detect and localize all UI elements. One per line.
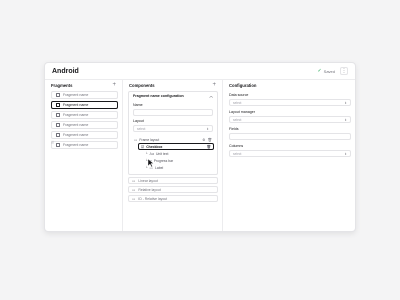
config-card-header[interactable]: Fragment name configuration ︿ (129, 92, 217, 100)
components-title: Components (129, 82, 155, 88)
fragment-label: Fragment name (63, 133, 89, 137)
fragment-icon (56, 123, 60, 127)
checkbox-icon: ☑ (141, 144, 145, 149)
trash-icon[interactable]: 🗑 (207, 138, 212, 142)
layout-manager-label: Layout manager (229, 110, 255, 114)
fragment-item[interactable]: Fragment name (51, 91, 118, 99)
fragment-item-selected[interactable]: Fragment name (51, 101, 118, 109)
layout-select[interactable]: select ⇕ (133, 125, 213, 132)
tree-item-text[interactable]: └ Aa Unit text (132, 150, 214, 157)
tree-item-frame-layout[interactable]: ▭ Frame layout ⚙ 🗑 (132, 136, 214, 143)
fragment-label: Fragment name (63, 143, 89, 147)
layout-icon: ▭ (132, 178, 136, 183)
tree-label: Unit text (155, 151, 169, 156)
fragment-label: Fragment name (63, 103, 89, 107)
fragment-item[interactable]: Fragment name (51, 141, 118, 149)
fragment-label: Fragment name (63, 113, 89, 117)
fragments-panel: Fragments + Fragment name Fragment name … (45, 79, 123, 231)
fragment-icon (56, 103, 60, 107)
tree-item-progress[interactable]: └ ━ Progress bar (132, 157, 214, 164)
name-label: Name (133, 103, 143, 107)
check-icon: ✓ (317, 68, 322, 74)
topbar: Android ✓ Saved ⋮ (45, 63, 355, 79)
configuration-header: Configuration (223, 79, 355, 91)
columns-label: Columns (229, 144, 244, 148)
tree-item-checkbox[interactable]: ☑ Checkbox 🗑 (138, 143, 214, 150)
tree-label: Progress bar (153, 158, 174, 163)
component-tree: ▭ Frame layout ⚙ 🗑 ☑ Checkbox 🗑 └ Aa Uni… (132, 136, 214, 171)
tree-item-label[interactable]: └ ▭ Label (132, 164, 214, 171)
tree-label: Checkbox (146, 144, 163, 149)
component-linear-layout[interactable]: ▭ Linear layout (128, 177, 218, 184)
chevron-updown-icon: ⇕ (344, 117, 347, 122)
fragment-item[interactable]: Fragment name (51, 111, 118, 119)
saved-label: Saved (323, 68, 335, 74)
trash-icon[interactable]: 🗑 (206, 145, 211, 149)
chevron-up-icon[interactable]: ︿ (209, 94, 213, 99)
drag-handle-icon[interactable]: ⠿ (51, 140, 54, 145)
component-label: ID - Relative layout (138, 196, 168, 201)
layout-icon: ▭ (132, 196, 136, 201)
chevron-updown-icon: ⇕ (344, 100, 347, 105)
more-menu-button[interactable]: ⋮ (340, 67, 348, 75)
layout-manager-select[interactable]: select ⇕ (229, 116, 351, 123)
fields-label: Fields (229, 127, 239, 131)
tree-label: Label (154, 165, 164, 170)
layout-icon: ▭ (134, 137, 138, 142)
component-label: Linear layout (138, 178, 158, 183)
columns-value: select (233, 151, 242, 156)
name-input[interactable] (133, 109, 213, 116)
add-fragment-icon[interactable]: + (112, 82, 116, 88)
config-card-title: Fragment name configuration (133, 94, 184, 98)
fragment-icon (56, 93, 60, 97)
data-source-label: Data source (229, 93, 249, 97)
component-relative-layout[interactable]: ▭ Relative layout (128, 186, 218, 193)
fragment-label: Fragment name (63, 123, 89, 127)
chevron-updown-icon: ⇕ (206, 126, 209, 131)
fields-input[interactable] (229, 133, 351, 140)
layout-label: Layout (133, 119, 144, 123)
fragment-label: Fragment name (63, 93, 89, 97)
text-icon: Aa (149, 151, 154, 156)
columns-select[interactable]: select ⇕ (229, 150, 351, 157)
data-source-select[interactable]: select ⇕ (229, 99, 351, 106)
fragment-item[interactable]: Fragment name (51, 121, 118, 129)
layout-manager-value: select (233, 117, 242, 122)
fragment-config-card: Fragment name configuration ︿ Name Layou… (128, 91, 218, 175)
component-label: Relative layout (138, 187, 161, 192)
fragments-header: Fragments + (45, 79, 122, 91)
cursor-icon (148, 159, 154, 167)
layout-select-value: select (137, 126, 146, 131)
app-title: Android (52, 67, 79, 75)
component-id-relative-layout[interactable]: ▭ ID - Relative layout (128, 195, 218, 202)
data-source-value: select (233, 100, 242, 105)
fragments-title: Fragments (51, 82, 73, 88)
fragment-item[interactable]: Fragment name (51, 131, 118, 139)
chevron-updown-icon: ⇕ (344, 151, 347, 156)
saved-status: ✓ Saved (317, 68, 335, 74)
app-window: Android ✓ Saved ⋮ Fragments + Fragment n… (44, 62, 356, 232)
branch-icon: └ (145, 151, 148, 156)
tree-label: Frame layout (139, 137, 160, 142)
fragment-icon (56, 143, 60, 147)
configuration-title: Configuration (229, 82, 257, 88)
add-component-icon[interactable]: + (212, 82, 216, 88)
fragment-icon (56, 133, 60, 137)
layout-icon: ▭ (132, 187, 136, 192)
components-header: Components + (123, 79, 222, 91)
settings-icon[interactable]: ⚙ (202, 138, 205, 142)
components-panel: Components + Fragment name configuration… (123, 79, 223, 231)
fragment-icon (56, 113, 60, 117)
configuration-panel: Configuration Data source select ⇕ Layou… (223, 79, 355, 231)
